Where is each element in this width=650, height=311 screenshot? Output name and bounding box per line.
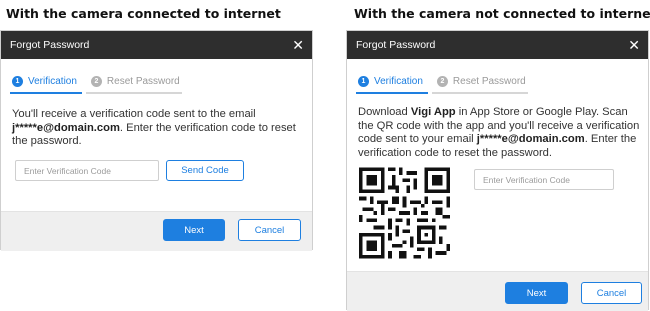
stepper: 1 Verification 2 Reset Password: [356, 68, 637, 94]
qr-code: [359, 167, 450, 259]
close-icon[interactable]: ✕: [628, 38, 640, 52]
step-label-reset-password: Reset Password: [106, 75, 180, 87]
step-label-verification: Verification: [28, 75, 77, 87]
app-name: Vigi App: [410, 106, 456, 118]
instruction-text: You'll receive a verification code sent …: [12, 108, 305, 149]
caption-connected: With the camera connected to internet: [6, 6, 281, 21]
forgot-password-dialog-connected: Forgot Password ✕ 1 Verification 2 Reset…: [0, 30, 313, 251]
cancel-button[interactable]: Cancel: [238, 219, 301, 241]
close-icon[interactable]: ✕: [292, 38, 304, 52]
step-number-1: 1: [358, 75, 369, 87]
dialog-title: Forgot Password: [356, 39, 436, 51]
step-number-1: 1: [12, 75, 23, 87]
dialog-titlebar: Forgot Password ✕: [347, 31, 648, 59]
step-number-2: 2: [90, 75, 102, 87]
verification-code-input[interactable]: Enter Verification Code: [474, 169, 614, 190]
instruction-part-1: Download: [358, 106, 411, 118]
step-verification: 1 Verification: [356, 68, 428, 94]
caption-not-connected: With the camera not connected to interne…: [354, 6, 650, 21]
step-verification: 1 Verification: [10, 68, 82, 94]
step-reset-password: 2 Reset Password: [431, 68, 528, 94]
dialog-body: 1 Verification 2 Reset Password Download…: [347, 68, 648, 160]
step-label-reset-password: Reset Password: [452, 75, 526, 87]
instruction-text: Download Vigi App in App Store or Google…: [358, 106, 641, 160]
next-button[interactable]: Next: [163, 219, 225, 241]
dialog-titlebar: Forgot Password ✕: [1, 31, 312, 59]
instruction-prefix: You'll receive a verification code sent …: [12, 108, 256, 120]
cancel-button[interactable]: Cancel: [581, 282, 642, 304]
next-button[interactable]: Next: [505, 282, 568, 304]
masked-email: j*****e@domain.com: [12, 121, 120, 134]
dialog-title: Forgot Password: [10, 39, 90, 51]
send-code-button[interactable]: Send Code: [166, 160, 244, 181]
masked-email: j*****e@domain.com: [476, 133, 585, 146]
step-label-verification: Verification: [374, 75, 423, 87]
verification-code-input[interactable]: Enter Verification Code: [15, 160, 159, 181]
step-number-2: 2: [436, 75, 448, 87]
stepper: 1 Verification 2 Reset Password: [10, 68, 301, 94]
dialog-body: 1 Verification 2 Reset Password You'll r…: [1, 68, 312, 149]
step-reset-password: 2 Reset Password: [85, 68, 182, 94]
